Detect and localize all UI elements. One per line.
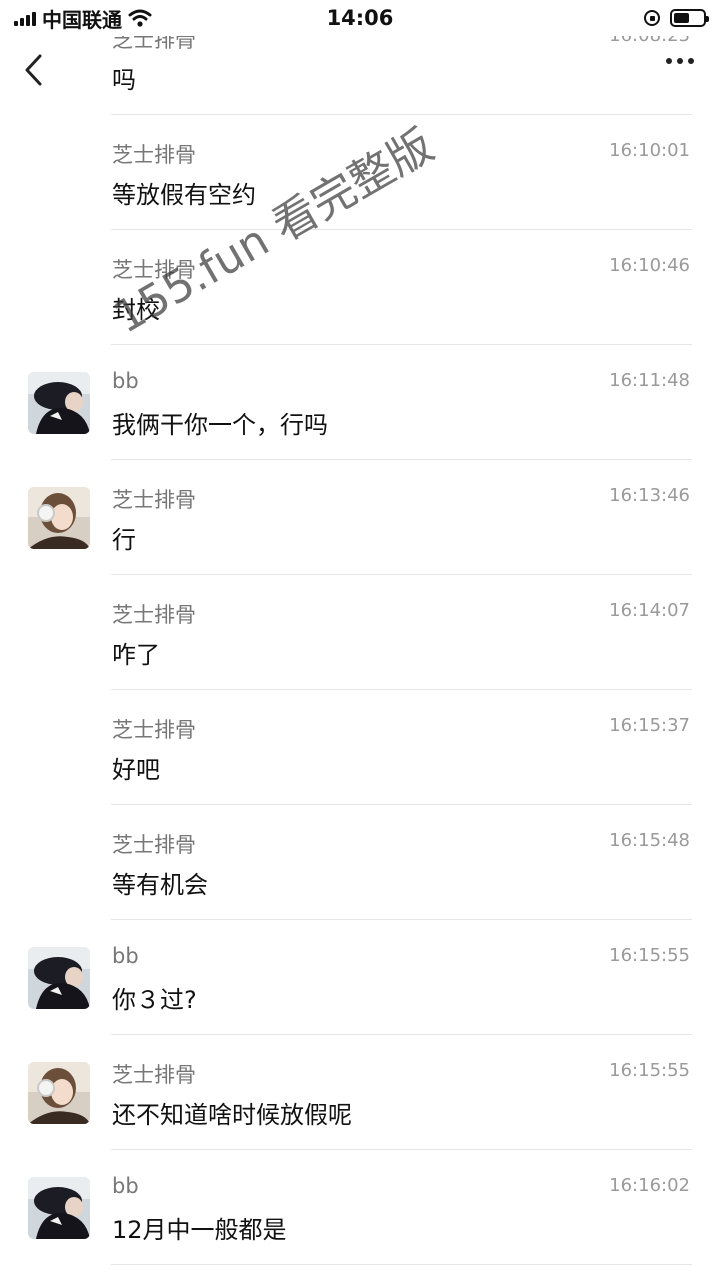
sender-name: bb [112,944,139,968]
message-item[interactable]: bb 16:16:02 12月中一般都是 [0,1150,720,1265]
battery-fill [674,13,690,23]
message-item[interactable]: 芝士排骨 16:15:48 等有机会 [0,805,720,920]
more-dot [677,58,683,64]
message-time: 16:15:48 [609,830,690,851]
message-text: 等放假有空约 [112,181,256,209]
message-time: 16:14:07 [609,600,690,621]
message-item[interactable]: 芝士排骨 16:13:46 行 [0,460,720,575]
avatar[interactable] [28,1177,90,1239]
battery-icon [670,9,709,27]
message-time: 16:11:48 [609,370,690,391]
sender-name: 芝士排骨 [112,718,196,742]
avatar[interactable] [28,1062,90,1124]
message-time: 16:15:55 [609,1060,690,1081]
carrier-label: 中国联通 [42,7,122,32]
message-text: 咋了 [112,641,160,669]
more-dot [688,58,694,64]
more-button[interactable] [666,58,694,64]
status-left: 中国联通 [14,4,152,33]
message-time: 16:15:55 [609,945,690,966]
message-item[interactable]: 芝士排骨 16:10:01 等放假有空约 [0,115,720,230]
more-dot [666,58,672,64]
message-text: 封校 [112,296,160,324]
message-text: 你３过? [112,986,197,1014]
chevron-left-icon [25,54,42,86]
message-time: 16:15:37 [609,715,690,736]
rotation-lock-icon [644,10,660,26]
message-item[interactable]: bb 16:15:55 你３过? [0,920,720,1035]
status-bar: 中国联通 14:06 [0,0,720,36]
sender-name: 芝士排骨 [112,488,196,512]
message-item[interactable]: bb 16:11:48 我俩干你一个，行吗 [0,345,720,460]
message-time: 16:10:01 [609,140,690,161]
message-text: 等有机会 [112,871,208,899]
sender-name: 芝士排骨 [112,603,196,627]
sender-name: 芝士排骨 [112,143,196,167]
message-item[interactable]: 芝士排骨 16:14:07 咋了 [0,575,720,690]
message-item[interactable]: 芝士排骨 16:15:37 好吧 [0,690,720,805]
sender-name: 芝士排骨 [112,258,196,282]
avatar[interactable] [28,372,90,434]
message-text: 行 [112,526,136,554]
sender-name: bb [112,369,139,393]
message-item[interactable]: 芝士排骨 16:15:55 还不知道啥时候放假呢 [0,1035,720,1150]
message-item[interactable]: 芝士排骨 16:10:46 封校 [0,230,720,345]
message-time: 16:13:46 [609,485,690,506]
sender-name: 芝士排骨 [112,1063,196,1087]
message-time: 16:16:02 [609,1175,690,1196]
message-text: 12月中一般都是 [112,1216,287,1244]
back-button[interactable] [22,50,52,90]
message-text: 还不知道啥时候放假呢 [112,1101,352,1129]
sender-name: 芝士排骨 [112,833,196,857]
sender-name: bb [112,1174,139,1198]
signal-icon [14,10,36,26]
message-time: 16:10:46 [609,255,690,276]
status-right [644,9,709,27]
message-text: 好吧 [112,756,160,784]
avatar[interactable] [28,947,90,1009]
divider [111,1264,692,1265]
nav-bar [0,36,720,116]
avatar[interactable] [28,487,90,549]
message-text: 我俩干你一个，行吗 [112,411,328,439]
wifi-icon [128,9,152,27]
